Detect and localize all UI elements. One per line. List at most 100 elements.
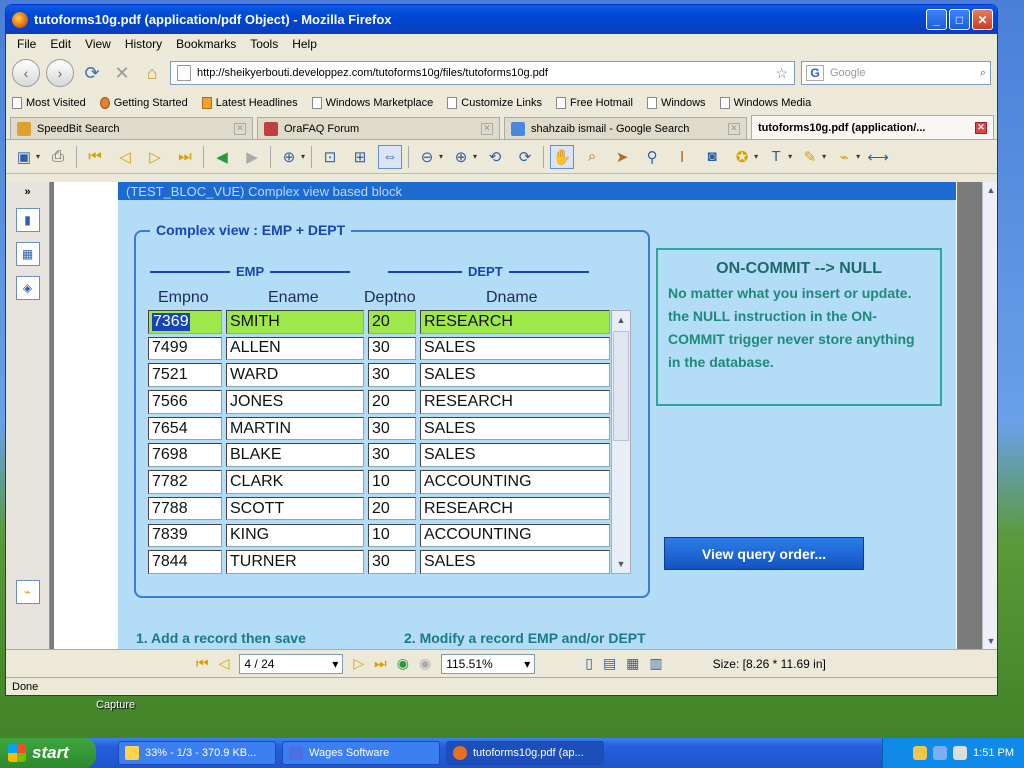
print-icon[interactable]: ⎙: [46, 145, 70, 169]
ename-field[interactable]: MARTIN: [226, 416, 364, 441]
menu-help[interactable]: Help: [285, 37, 324, 51]
grid-scrollbar[interactable]: ▲ ▼: [611, 310, 631, 574]
empno-field[interactable]: 7782: [148, 470, 222, 494]
volume-icon[interactable]: [953, 746, 968, 760]
tab-close-icon[interactable]: ✕: [234, 122, 246, 135]
typewriter-dropdown-icon[interactable]: ▾: [788, 152, 792, 161]
dname-field[interactable]: SALES: [420, 416, 610, 441]
menu-history[interactable]: History: [118, 37, 169, 51]
table-row[interactable]: 7839 KING 10 ACCOUNTING: [148, 523, 610, 547]
zoom-in-dropdown-icon[interactable]: ▾: [473, 152, 477, 161]
save-dropdown-icon[interactable]: ▾: [36, 152, 40, 161]
tab-close-icon[interactable]: ✕: [728, 122, 740, 135]
ename-field[interactable]: JONES: [226, 390, 364, 414]
expand-panel-icon[interactable]: »: [6, 186, 49, 198]
bookmark-latest-headlines[interactable]: Latest Headlines: [201, 97, 298, 109]
deptno-field[interactable]: 30: [368, 363, 416, 387]
snapshot-icon[interactable]: ◙: [700, 145, 724, 169]
ename-field[interactable]: BLAKE: [226, 443, 364, 467]
dname-field[interactable]: SALES: [420, 336, 610, 361]
desktop-icon-label[interactable]: Capture: [96, 699, 135, 711]
dname-field[interactable]: SALES: [420, 443, 610, 467]
network-icon[interactable]: [933, 746, 948, 760]
view-query-order-button[interactable]: View query order...: [664, 537, 864, 570]
find-icon[interactable]: ⚲: [640, 145, 664, 169]
google-icon[interactable]: G: [806, 65, 824, 81]
hand-tool-icon[interactable]: ✋: [550, 144, 575, 169]
empno-field[interactable]: 7521: [148, 363, 222, 387]
deptno-field[interactable]: 30: [368, 416, 416, 441]
table-row[interactable]: 7566 JONES 20 RESEARCH: [148, 390, 610, 414]
dname-field[interactable]: RESEARCH: [420, 496, 610, 521]
table-row[interactable]: 7521 WARD 30 SALES: [148, 363, 610, 387]
zoom-in-icon[interactable]: ⊕: [449, 145, 473, 169]
first-page-icon[interactable]: ⏮: [196, 655, 209, 672]
ename-field[interactable]: TURNER: [226, 550, 364, 574]
go-back-icon[interactable]: ◉: [397, 655, 409, 672]
page-number-field[interactable]: 4 / 24 ▾: [239, 653, 344, 674]
dname-field[interactable]: RESEARCH: [420, 310, 610, 334]
start-button[interactable]: start: [0, 738, 96, 768]
tab-close-icon[interactable]: ✕: [481, 122, 493, 135]
maximize-button[interactable]: □: [949, 9, 970, 30]
dname-field[interactable]: RESEARCH: [420, 390, 610, 414]
table-row[interactable]: 7698 BLAKE 30 SALES: [148, 443, 610, 467]
search-box[interactable]: G Google ⌕: [801, 61, 991, 85]
empno-field[interactable]: 7839: [148, 523, 222, 547]
previous-page-icon[interactable]: ◁: [219, 655, 230, 672]
scroll-down-icon[interactable]: ▼: [983, 633, 997, 649]
tab-tutoforms[interactable]: tutoforms10g.pdf (application/... ✕: [751, 115, 994, 139]
table-row[interactable]: 7499 ALLEN 30 SALES: [148, 336, 610, 361]
forward-icon[interactable]: ›: [46, 59, 74, 87]
ename-field[interactable]: WARD: [226, 363, 364, 387]
menu-file[interactable]: File: [10, 37, 43, 51]
ename-field[interactable]: ALLEN: [226, 336, 364, 361]
dname-field[interactable]: SALES: [420, 363, 610, 387]
bookmark-star-icon[interactable]: ☆: [775, 65, 788, 82]
text-select-icon[interactable]: Ⅰ: [670, 145, 694, 169]
deptno-field[interactable]: 30: [368, 443, 416, 467]
bookmark-windows-marketplace[interactable]: Windows Marketplace: [311, 97, 433, 109]
table-row[interactable]: 7788 SCOTT 20 RESEARCH: [148, 496, 610, 521]
attachments-panel-icon[interactable]: ⌁: [15, 580, 40, 604]
bookmark-most-visited[interactable]: Most Visited: [12, 97, 86, 109]
menu-tools[interactable]: Tools: [243, 37, 285, 51]
stamp-icon[interactable]: ✪: [730, 145, 754, 169]
scroll-thumb[interactable]: [613, 331, 629, 441]
table-row[interactable]: 7844 TURNER 30 SALES: [148, 550, 610, 574]
scroll-down-icon[interactable]: ▼: [612, 555, 630, 573]
previous-page-icon[interactable]: ◁: [113, 145, 137, 169]
comment-icon[interactable]: ✎: [798, 145, 822, 169]
empno-field[interactable]: 7698: [148, 443, 222, 467]
last-page-icon[interactable]: ⏭: [173, 145, 197, 169]
go-forward-icon[interactable]: ▶: [240, 145, 264, 169]
go-back-icon[interactable]: ◀: [210, 145, 234, 169]
pdf-viewport[interactable]: » ▮ ▦ ◈ ⌁ (TEST_BLOC_VUE) Complex view b…: [6, 182, 997, 649]
reload-icon[interactable]: ⟳: [80, 61, 104, 85]
deptno-field[interactable]: 20: [368, 496, 416, 521]
scroll-up-icon[interactable]: ▲: [612, 311, 630, 329]
deptno-field[interactable]: 10: [368, 523, 416, 547]
facing-icon[interactable]: ▦: [626, 655, 639, 672]
empno-field[interactable]: 7844: [148, 550, 222, 574]
stamp-dropdown-icon[interactable]: ▾: [754, 152, 758, 161]
bookmark-windows-media[interactable]: Windows Media: [719, 97, 811, 109]
tray-icon[interactable]: [913, 746, 928, 760]
taskbar-item-wages[interactable]: Wages Software: [282, 741, 440, 765]
rotate-cw-icon[interactable]: ⟳: [513, 145, 537, 169]
zoom-field[interactable]: 115.51% ▾: [441, 653, 536, 674]
empno-field[interactable]: 7566: [148, 390, 222, 414]
deptno-field[interactable]: 30: [368, 550, 416, 574]
layers-panel-icon[interactable]: ◈: [15, 276, 40, 300]
save-icon[interactable]: ▣: [12, 145, 36, 169]
ename-field[interactable]: CLARK: [226, 470, 364, 494]
minimize-button[interactable]: _: [926, 9, 947, 30]
url-bar[interactable]: http://sheikyerbouti.developpez.com/tuto…: [170, 61, 795, 85]
typewriter-icon[interactable]: T: [764, 145, 788, 169]
bookmark-customize-links[interactable]: Customize Links: [447, 97, 542, 109]
zoom-out-icon[interactable]: ⊖: [415, 145, 439, 169]
pages-panel-icon[interactable]: ▦: [15, 242, 40, 266]
clock[interactable]: 1:51 PM: [973, 747, 1014, 759]
pdf-scrollbar[interactable]: ▲ ▼: [982, 182, 997, 649]
zoom-icon[interactable]: ⊕: [277, 145, 301, 169]
